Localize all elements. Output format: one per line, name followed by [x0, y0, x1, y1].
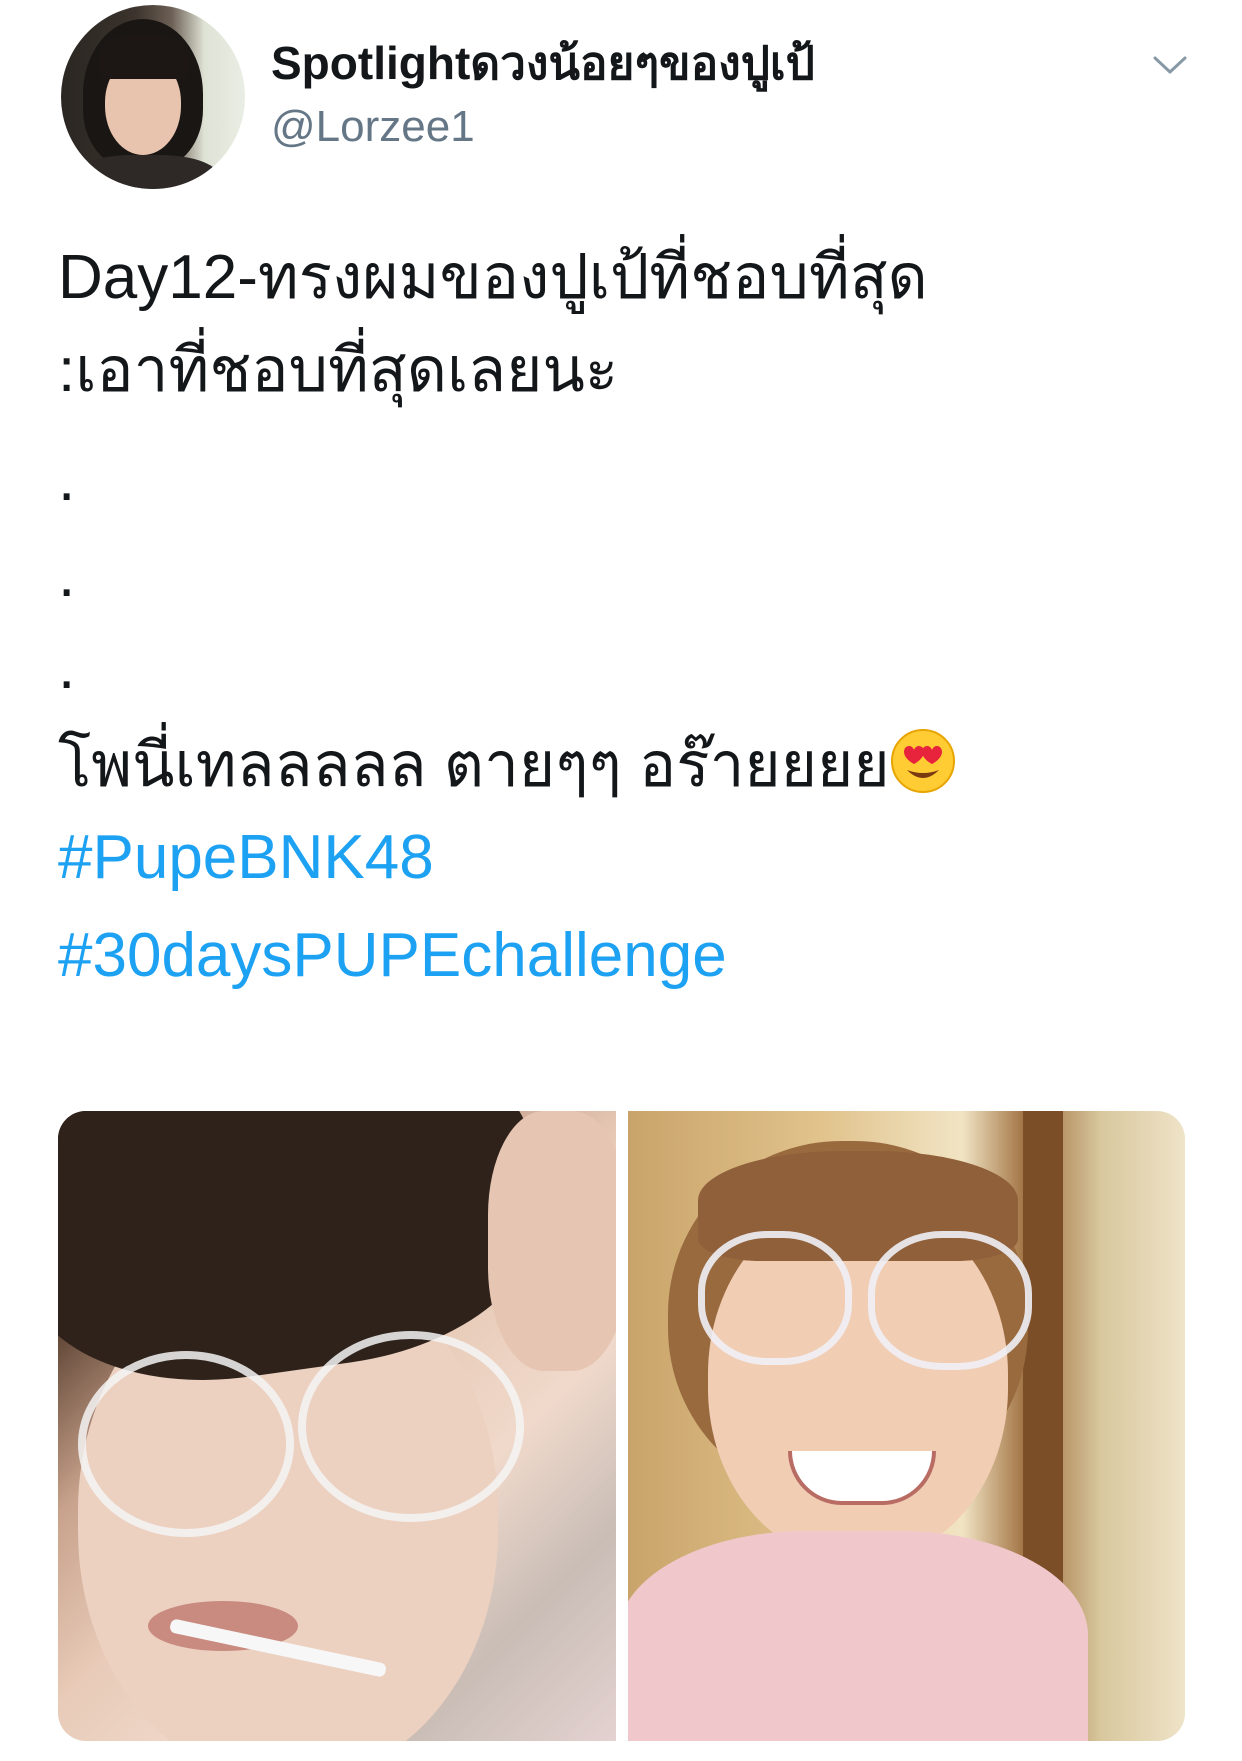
tweet-text-line: :เอาที่ชอบที่สุดเลยนะ: [58, 336, 619, 405]
tweet-photo[interactable]: [628, 1111, 1185, 1741]
avatar-bangs: [99, 35, 189, 79]
author-display-name[interactable]: Spotlightดวงน้อยๆของปูเป้: [271, 33, 815, 93]
tweet-text-content: โพนี่เทลลลลล ตายๆๆ อร๊ายยยย: [58, 731, 890, 800]
tweet-text-line: Day12-ทรงผมของปูเป้ที่ชอบที่สุด: [58, 243, 928, 312]
tweet-text-dot: .: [58, 445, 76, 514]
hashtag-link[interactable]: #30daysPUPEchallenge: [58, 916, 727, 996]
photo-glasses-lens: [868, 1231, 1032, 1370]
tweet-text-dot: .: [58, 633, 76, 702]
photo-glasses-lens: [78, 1351, 294, 1537]
photo-glasses-lens: [698, 1231, 852, 1365]
photo-glasses-lens: [298, 1331, 524, 1522]
hashtag-link[interactable]: #PupeBNK48: [58, 818, 434, 898]
chevron-down-icon[interactable]: [1152, 50, 1188, 80]
tweet-photo[interactable]: [58, 1111, 616, 1741]
tweet-text-line: โพนี่เทลลลลล ตายๆๆ อร๊ายยยย: [58, 726, 1188, 806]
author-handle[interactable]: @Lorzee1: [271, 99, 475, 155]
photo-shirt: [628, 1531, 1088, 1741]
tweet-media-grid: [58, 1111, 1185, 1741]
tweet-text-dot: .: [58, 541, 76, 610]
heart-eyes-emoji: [890, 729, 955, 793]
avatar-shirt: [71, 155, 221, 189]
photo-hand: [488, 1111, 616, 1371]
avatar[interactable]: [61, 5, 245, 189]
